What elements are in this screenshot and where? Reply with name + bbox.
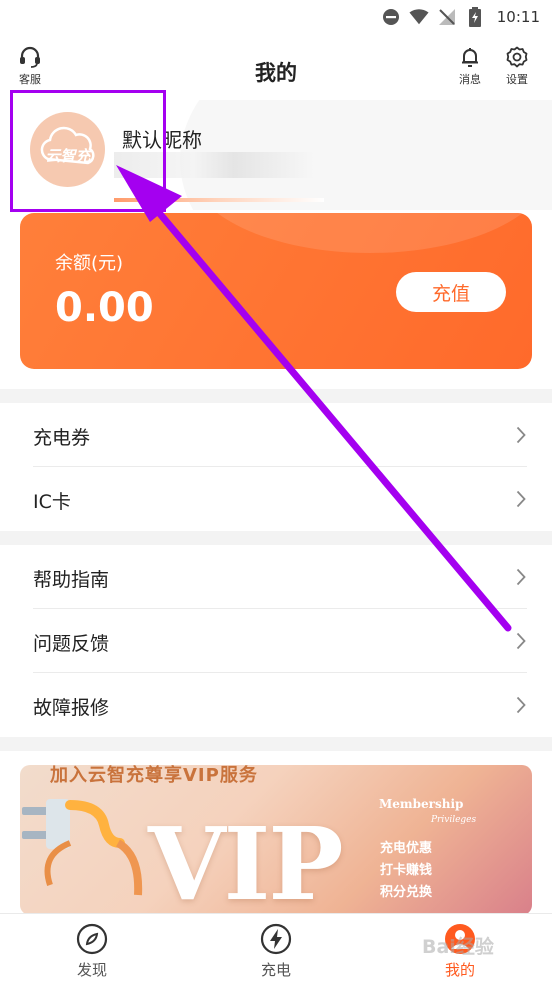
plug-illustration <box>22 799 143 896</box>
nav-tab-label: 充电 <box>260 961 291 979</box>
section-gap <box>0 531 552 545</box>
profile-section[interactable]: 云智充 默认昵称 <box>0 100 552 210</box>
vip-perk: 积分兑换 <box>380 885 433 900</box>
do-not-disturb-icon <box>381 7 401 27</box>
gear-icon <box>506 46 528 68</box>
blurred-phone-number <box>114 152 314 178</box>
recharge-button[interactable]: 充值 <box>396 272 506 312</box>
clock-time: 10:11 <box>496 8 540 26</box>
menu-item-label: IC卡 <box>33 491 71 513</box>
vip-perk: 打卡赚钱 <box>380 863 433 878</box>
nickname: 默认昵称 <box>122 128 202 152</box>
page-header: 客服 我的 消息 设置 <box>0 38 552 98</box>
nav-tab-mine[interactable]: 我的 <box>420 922 500 980</box>
balance-label: 余额(元) <box>55 253 124 274</box>
menu-item-label: 帮助指南 <box>33 569 110 591</box>
chevron-right-icon <box>516 490 526 508</box>
wifi-icon <box>409 7 429 27</box>
vip-privileges-text: Privileges <box>431 815 477 825</box>
menu-item-label: 故障报修 <box>33 697 110 719</box>
bottom-navigation: 发现 充电 我的 <box>0 913 552 983</box>
menu-item-help-guide[interactable]: 帮助指南 <box>0 545 552 609</box>
no-signal-icon <box>437 7 457 27</box>
menu-item-coupons[interactable]: 充电券 <box>0 403 552 467</box>
settings-button[interactable]: 设置 <box>506 46 528 87</box>
avatar[interactable]: 云智充 <box>30 112 105 187</box>
menu-item-feedback[interactable]: 问题反馈 <box>0 609 552 673</box>
profile-active-icon <box>443 922 477 956</box>
vip-banner[interactable]: 加入云智充尊享VIP服务 VIP Membership Privileges 充… <box>20 765 532 915</box>
messages-button[interactable]: 消息 <box>459 46 481 87</box>
vip-title: VIP <box>148 805 344 915</box>
vip-headline: 加入云智充尊享VIP服务 <box>50 765 258 786</box>
chevron-right-icon <box>516 632 526 650</box>
nav-tab-label: 发现 <box>76 961 107 979</box>
section-gap <box>0 737 552 751</box>
compass-icon <box>75 922 109 956</box>
menu-item-label: 问题反馈 <box>33 633 110 655</box>
lightning-icon <box>259 922 293 956</box>
settings-label: 设置 <box>506 73 528 86</box>
menu-item-fault-report[interactable]: 故障报修 <box>0 673 552 737</box>
nav-tab-label: 我的 <box>444 961 475 979</box>
chevron-right-icon <box>516 568 526 586</box>
nav-tab-charge[interactable]: 充电 <box>236 922 316 980</box>
menu-item-ic-card[interactable]: IC卡 <box>0 467 552 531</box>
messages-label: 消息 <box>459 73 481 86</box>
battery-charging-icon <box>465 7 485 27</box>
vip-membership-text: Membership <box>379 797 464 811</box>
blurred-underline <box>114 198 324 202</box>
menu-item-label: 充电券 <box>33 427 91 449</box>
customer-service-button[interactable]: 客服 <box>18 46 42 87</box>
balance-card: 余额(元) 0.00 充值 <box>20 213 532 369</box>
bell-icon <box>462 48 478 67</box>
chevron-right-icon <box>516 696 526 714</box>
vip-perk: 充电优惠 <box>380 841 433 856</box>
balance-value: 0.00 <box>55 285 154 331</box>
headset-icon <box>20 46 40 68</box>
section-gap <box>0 389 552 403</box>
chevron-right-icon <box>516 426 526 444</box>
status-bar: 10:11 <box>0 0 552 34</box>
avatar-logo-text: 云智充 <box>45 147 92 165</box>
nav-tab-discover[interactable]: 发现 <box>52 922 132 980</box>
card-decorative-arc <box>190 213 532 253</box>
customer-service-label: 客服 <box>19 73 41 86</box>
cloud-logo-icon: 云智充 <box>40 126 94 165</box>
